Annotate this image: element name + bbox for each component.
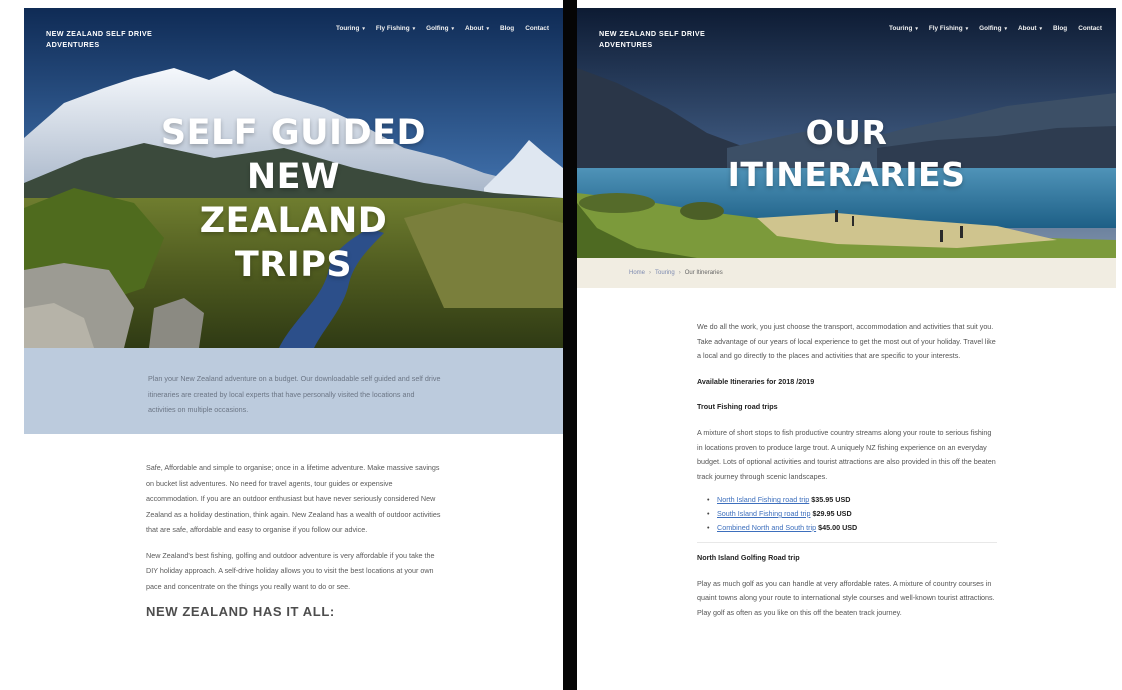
breadcrumb-touring[interactable]: Touring: [655, 270, 675, 276]
list-item: North Island Fishing road trip $35.95 US…: [707, 493, 997, 507]
golf-heading: North Island Golfing Road trip: [697, 553, 800, 563]
nav-golfing[interactable]: Golfing ▾: [426, 25, 454, 32]
nav-label: Touring: [889, 25, 913, 32]
intro-text: Plan your New Zealand adventure on a bud…: [148, 374, 441, 414]
page-our-itineraries: NEW ZEALAND SELF DRIVE ADVENTURES Tourin…: [577, 8, 1116, 690]
content: We do all the work, you just choose the …: [697, 320, 997, 632]
trip-link[interactable]: North Island Fishing road trip: [717, 495, 809, 504]
chevron-down-icon: ▾: [486, 26, 489, 32]
chevron-down-icon: ▾: [965, 26, 969, 32]
site-logo-text[interactable]: NEW ZEALAND SELF DRIVE ADVENTURES: [599, 28, 719, 50]
nav-label: Fly Fishing: [375, 25, 410, 32]
nav-touring[interactable]: Touring ▾: [336, 25, 365, 32]
hero-title: SELF GUIDED NEW ZEALAND TRIPS: [24, 111, 563, 287]
nav-contact[interactable]: Contact: [1078, 25, 1102, 32]
section-heading: NEW ZEALAND HAS IT ALL:: [146, 604, 335, 619]
nav-blog[interactable]: Blog: [500, 25, 514, 32]
chevron-down-icon: ▾: [1039, 26, 1042, 32]
bottom-fade: [24, 620, 563, 690]
nav-blog[interactable]: Blog: [1053, 25, 1067, 32]
hero-title-line: ITINERARIES: [727, 155, 966, 194]
trout-heading: Trout Fishing road trips: [697, 402, 778, 412]
list-item: South Island Fishing road trip $29.95 US…: [707, 507, 997, 521]
nav-label: Fly Fishing: [928, 25, 963, 32]
chevron-down-icon: ▾: [362, 26, 365, 32]
body-paragraph: New Zealand's best fishing, golfing and …: [146, 550, 435, 591]
separator: [697, 542, 997, 544]
breadcrumb-current: Our Itineraries: [684, 270, 723, 276]
trip-link[interactable]: South Island Fishing road trip: [717, 509, 811, 518]
nav-golfing[interactable]: Golfing ▾: [979, 25, 1007, 32]
nav-label: About: [1018, 25, 1037, 32]
breadcrumb-home[interactable]: Home: [629, 270, 645, 276]
nav-label: Touring: [336, 25, 360, 32]
trip-list: North Island Fishing road trip $35.95 US…: [707, 493, 997, 534]
divider: [563, 0, 577, 690]
hero-title-line: TRIPS: [234, 245, 353, 285]
hero-title-line: OUR: [805, 113, 888, 152]
chevron-down-icon: ▾: [412, 26, 416, 32]
nav-about[interactable]: About ▾: [1018, 25, 1042, 32]
trip-price: $45.00 USD: [818, 522, 858, 532]
nav-label: Golfing: [979, 25, 1002, 32]
nav-contact[interactable]: Contact: [525, 25, 549, 32]
trip-price: $29.95 USD: [812, 508, 852, 518]
breadcrumb-separator: ›: [649, 270, 652, 276]
breadcrumb-bar: Home › Touring › Our Itineraries: [577, 258, 1116, 288]
breadcrumb-separator: ›: [678, 270, 681, 276]
hero-title-line: NEW: [246, 157, 341, 197]
available-heading: Available Itineraries for 2018 /2019: [697, 376, 815, 386]
nav-fly-fishing[interactable]: Fly Fishing ▾: [929, 25, 968, 32]
content: Safe, Affordable and simple to organise;…: [146, 460, 442, 620]
nav-fly-fishing[interactable]: Fly Fishing ▾: [376, 25, 415, 32]
nav-about[interactable]: About ▾: [465, 25, 489, 32]
chevron-down-icon: ▾: [451, 26, 455, 32]
screenshot-collage: NEW ZEALAND SELF DRIVE ADVENTURES Tourin…: [0, 0, 1122, 690]
main-nav: Touring ▾ Fly Fishing ▾ Golfing ▾ About ▾ Bl…: [336, 25, 549, 32]
hero-title-line: SELF GUIDED: [160, 113, 427, 153]
main-nav: Touring ▾ Fly Fishing ▾ Golfing ▾ About ▾ Bl…: [889, 25, 1102, 32]
trip-price: $35.95 USD: [811, 495, 851, 505]
bottom-fade: [577, 620, 1116, 690]
intro-band: Plan your New Zealand adventure on a bud…: [24, 348, 563, 434]
body-paragraph: Safe, Affordable and simple to organise;…: [146, 463, 441, 534]
chevron-down-icon: ▾: [1004, 26, 1008, 32]
nav-touring[interactable]: Touring ▾: [889, 25, 918, 32]
list-item: Combined North and South trip $45.00 USD: [707, 521, 997, 535]
page-self-guided-trips: NEW ZEALAND SELF DRIVE ADVENTURES Tourin…: [24, 8, 563, 690]
nav-label: Golfing: [426, 25, 449, 32]
trout-description: A mixture of short stops to fish product…: [697, 427, 996, 481]
hero-title-line: ZEALAND: [199, 201, 388, 241]
intro-text: We do all the work, you just choose the …: [697, 322, 996, 361]
site-logo-text[interactable]: NEW ZEALAND SELF DRIVE ADVENTURES: [46, 28, 166, 50]
golf-description: Play as much golf as you can handle at v…: [697, 578, 995, 617]
chevron-down-icon: ▾: [915, 26, 918, 32]
hero-title: OUR ITINERARIES: [577, 112, 1116, 196]
breadcrumb: Home › Touring › Our Itineraries: [629, 270, 723, 276]
nav-label: About: [465, 25, 484, 32]
trip-link[interactable]: Combined North and South trip: [717, 523, 816, 532]
